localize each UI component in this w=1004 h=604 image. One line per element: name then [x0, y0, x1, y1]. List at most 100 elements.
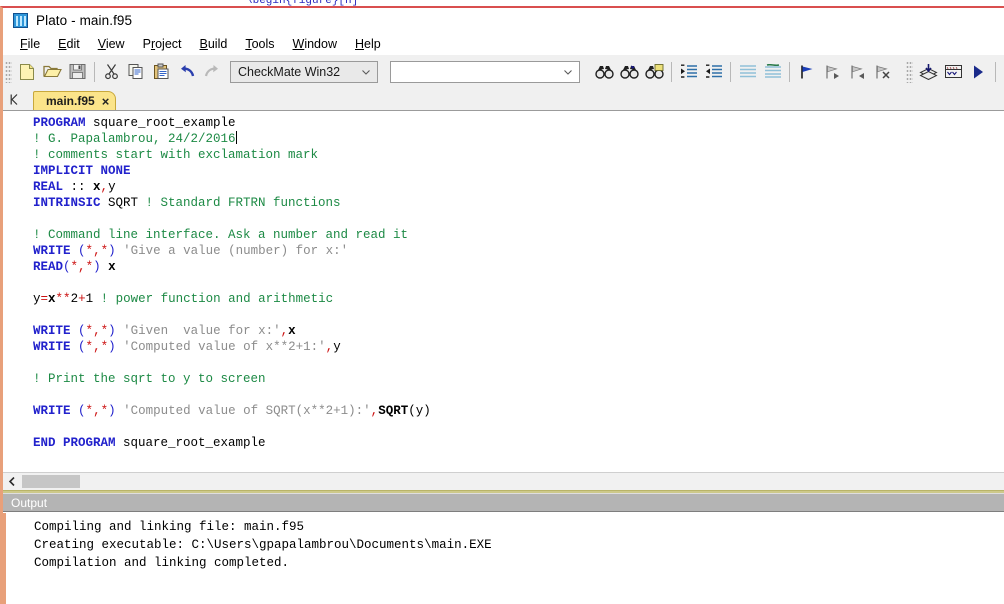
configuration-dropdown[interactable]: CheckMate Win32: [230, 60, 378, 83]
find-replace-icon[interactable]: [642, 60, 667, 84]
code-line: ! G. Papalambrou, 24/2/2016: [33, 131, 1004, 147]
scroll-left-icon[interactable]: [3, 473, 20, 490]
indent-increase-icon[interactable]: [676, 60, 701, 84]
output-pane-body[interactable]: Compiling and linking file: main.f95 Crea…: [3, 513, 1004, 604]
code-token: WRITE: [33, 324, 71, 338]
undo-icon[interactable]: [174, 60, 199, 84]
run-blue-icon[interactable]: [966, 60, 991, 84]
code-line: WRITE (*,*) 'Give a value (number) for x…: [33, 243, 1004, 259]
window-inner: Plato - main.f95 File Edit View Project …: [3, 8, 1004, 604]
redo-icon[interactable]: [199, 60, 224, 84]
code-token: y: [333, 340, 341, 354]
scrollbar-thumb[interactable]: [22, 475, 80, 488]
code-token: SQRT: [378, 404, 409, 418]
output-pane-title-bar: Output: [3, 493, 1004, 512]
symbol-dropdown[interactable]: [390, 60, 580, 83]
code-token: REAL: [33, 180, 64, 194]
menu-tools[interactable]: Tools: [236, 35, 283, 53]
output-log-text: Compiling and linking file: main.f95 Crea…: [34, 518, 492, 572]
code-token: x: [288, 324, 296, 338]
code-token: (: [408, 404, 416, 418]
code-token: 'Give a value (number) for x:': [123, 244, 349, 258]
tab-scroll-left-icon[interactable]: [3, 88, 25, 110]
menu-project[interactable]: Project: [134, 35, 191, 53]
close-icon[interactable]: ×: [102, 95, 110, 108]
comment-block-icon[interactable]: [760, 60, 785, 84]
code-token: *: [85, 324, 94, 338]
code-token: x: [48, 292, 56, 306]
code-line: PROGRAM square_root_example: [33, 115, 1004, 131]
code-token: x: [108, 260, 116, 274]
toolbar-grip[interactable]: [906, 60, 913, 83]
code-line: ! Command line interface. Ask a number a…: [33, 227, 1004, 243]
code-token: (: [78, 244, 86, 258]
code-token: READ: [33, 260, 64, 274]
code-token: (: [63, 260, 71, 274]
source-code[interactable]: PROGRAM square_root_example! G. Papalamb…: [33, 115, 1004, 451]
find-next-icon[interactable]: [617, 60, 642, 84]
editor-tab-main-f95[interactable]: main.f95 ×: [33, 91, 117, 110]
plato-application-window: Plato - main.f95 File Edit View Project …: [0, 6, 1004, 604]
code-token: ): [108, 324, 116, 338]
menu-edit[interactable]: Edit: [49, 35, 89, 53]
save-icon[interactable]: [65, 60, 90, 84]
code-line: y=x**2+1 ! power function and arithmetic: [33, 291, 1004, 307]
open-folder-icon[interactable]: [40, 60, 65, 84]
compile-icon[interactable]: [916, 60, 941, 84]
bookmark-clear-icon[interactable]: [869, 60, 894, 84]
menu-build[interactable]: Build: [191, 35, 237, 53]
code-line: INTRINSIC SQRT ! Standard FRTRN function…: [33, 195, 1004, 211]
output-pane: Output Compiling and linking file: main.…: [3, 493, 1004, 604]
code-token: ! Command line interface. Ask a number a…: [33, 228, 409, 242]
bookmark-toggle-icon[interactable]: [794, 60, 819, 84]
toolbar-grip[interactable]: [5, 60, 12, 83]
code-token: y: [33, 292, 41, 306]
format-lines-icon[interactable]: [735, 60, 760, 84]
bookmark-prev-icon[interactable]: [844, 60, 869, 84]
menu-file[interactable]: File: [11, 35, 49, 53]
toolbar-separator: [730, 61, 731, 82]
bookmark-next-icon[interactable]: [819, 60, 844, 84]
code-token: +: [78, 292, 86, 306]
menu-help[interactable]: Help: [346, 35, 390, 53]
find-icon[interactable]: [592, 60, 617, 84]
chevron-down-icon: [362, 69, 370, 75]
code-token: 1: [85, 292, 101, 306]
editor-horizontal-scrollbar[interactable]: [3, 472, 1004, 490]
editor-tab-strip: main.f95 ×: [3, 88, 1004, 110]
menu-window[interactable]: Window: [284, 35, 346, 53]
build-icon[interactable]: [941, 60, 966, 84]
paste-icon[interactable]: [149, 60, 174, 84]
code-token: square_root_example: [85, 116, 236, 130]
new-file-icon[interactable]: [15, 60, 40, 84]
step-into-icon[interactable]: [1000, 60, 1004, 84]
toolbar-separator: [995, 61, 996, 82]
code-token: INTRINSIC: [33, 196, 101, 210]
code-token: *: [85, 404, 94, 418]
indent-decrease-icon[interactable]: [701, 60, 726, 84]
code-line: ! Print the sqrt to y to screen: [33, 371, 1004, 387]
code-token: *: [85, 244, 94, 258]
code-line: END PROGRAM square_root_example: [33, 435, 1004, 451]
copy-icon[interactable]: [124, 60, 149, 84]
code-token: PROGRAM: [33, 116, 86, 130]
code-token: ! comments start with exclamation mark: [33, 148, 319, 162]
code-token: (: [78, 340, 86, 354]
code-line: READ(*,*) x: [33, 259, 1004, 275]
code-token: SQRT: [100, 196, 146, 210]
cut-icon[interactable]: [99, 60, 124, 84]
code-editor-pane[interactable]: PROGRAM square_root_example! G. Papalamb…: [3, 110, 1004, 472]
code-token: ::: [63, 180, 94, 194]
menu-view[interactable]: View: [89, 35, 134, 53]
tab-label: main.f95: [46, 94, 95, 108]
